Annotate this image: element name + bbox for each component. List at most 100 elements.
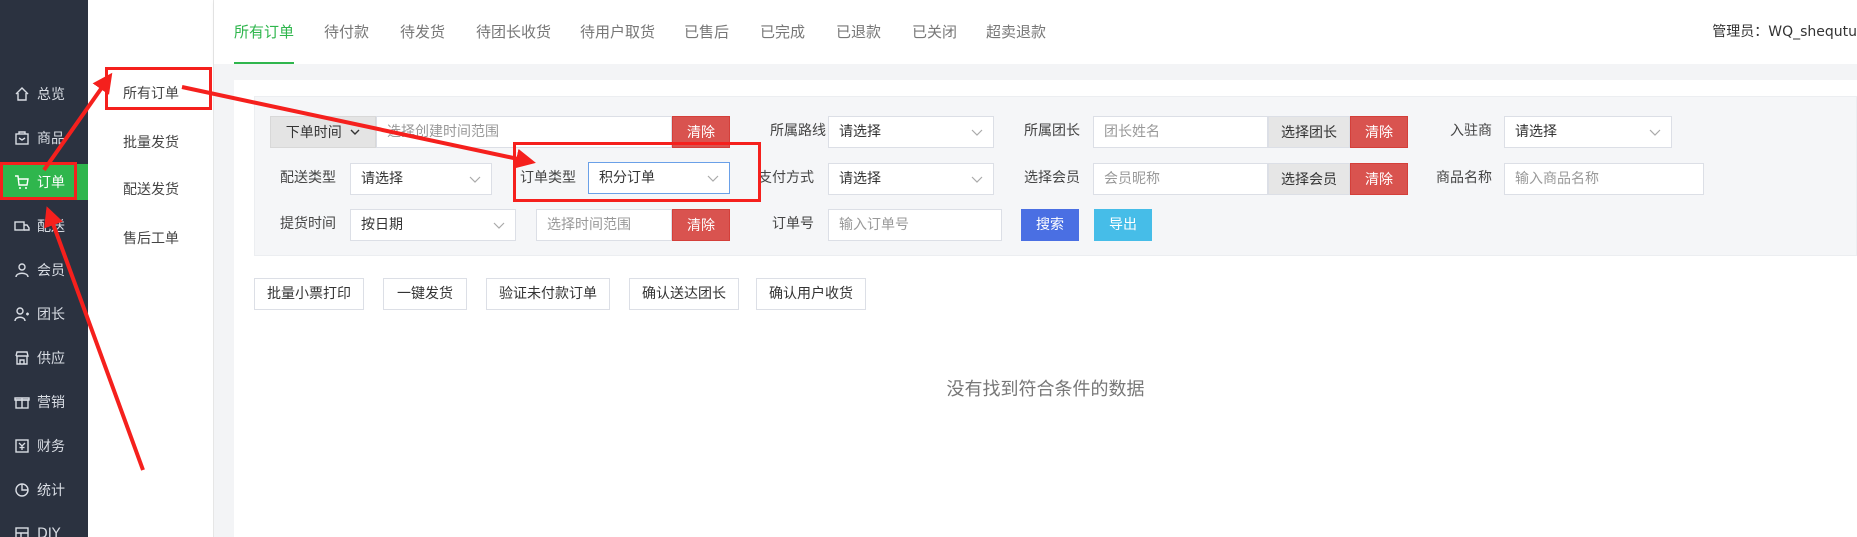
chevron-down-icon [971,176,983,183]
tab-all-orders[interactable]: 所有订单 [234,0,295,64]
tab-pending-user-pickup[interactable]: 待用户取货 [580,0,655,64]
one-click-ship-button[interactable]: 一键发货 [383,278,467,310]
pickup-time-value: 按日期 [361,217,403,233]
pay-method-select[interactable]: 请选择 [828,163,994,195]
pay-method-value: 请选择 [839,171,881,187]
order-submenu: 所有订单 批量发货 配送发货 售后工单 [88,0,214,537]
clear-order-time-button[interactable]: 清除 [672,116,730,148]
export-button[interactable]: 导出 [1094,209,1152,241]
sidebar-item-label: 总览 [37,87,65,103]
sidebar-item-statistics[interactable]: 统计 [0,472,88,508]
tab-pending-payment[interactable]: 待付款 [324,0,369,64]
diy-icon [15,527,29,537]
delivery-type-label: 配送类型 [280,170,336,186]
sidebar-item-label: DIY [37,526,61,537]
tab-after-sales[interactable]: 已售后 [684,0,729,64]
order-time-label: 下单时间 [285,125,342,141]
order-type-select[interactable]: 积分订单 [588,162,730,194]
submenu-item-delivery-ship[interactable]: 配送发货 [88,175,214,205]
time-range-input[interactable]: 选择时间范围 [536,209,672,241]
delivery-type-value: 请选择 [361,171,403,187]
submenu-item-after-sales[interactable]: 售后工单 [88,224,214,254]
chevron-down-icon [971,129,983,136]
chevron-down-icon [469,176,481,183]
leader-label: 所属团长 [1024,123,1080,139]
leader-name-input[interactable]: 团长姓名 [1093,116,1268,148]
store-icon [15,351,29,365]
sidebar-item-goods[interactable]: 商品 [0,120,88,156]
tab-pending-leader-receipt[interactable]: 待团长收货 [476,0,551,64]
sidebar-item-delivery[interactable]: 配送 [0,208,88,244]
app-root: 总览 商品 订单 配送 会员 团长 供应 营销 财务 统计 DIY 所有订单 批… [0,0,1857,537]
delivery-icon [14,221,30,231]
confirm-user-received-button[interactable]: 确认用户收货 [756,278,866,310]
admin-name[interactable]: WQ_shequtu [1768,24,1857,40]
sidebar-item-label: 统计 [37,483,65,499]
batch-print-receipt-button[interactable]: 批量小票打印 [254,278,364,310]
user-icon [15,263,29,278]
member-nickname-input[interactable]: 会员昵称 [1093,163,1268,195]
chevron-down-icon [493,222,505,229]
sidebar-item-label: 会员 [37,263,65,279]
order-time-dropdown[interactable]: 下单时间 [270,116,376,148]
order-type-value: 积分订单 [599,170,655,186]
cart-icon [15,175,29,189]
tab-completed[interactable]: 已完成 [760,0,805,64]
tab-closed[interactable]: 已关闭 [912,0,957,64]
sidebar-item-marketing[interactable]: 营销 [0,384,88,420]
chevron-down-icon [707,175,719,182]
clear-time-range-button[interactable]: 清除 [672,209,730,241]
sidebar-item-overview[interactable]: 总览 [0,76,88,112]
goods-name-label: 商品名称 [1436,170,1492,186]
merchant-select[interactable]: 请选择 [1504,116,1672,148]
order-no-input[interactable]: 输入订单号 [828,209,1002,241]
order-status-tabs: 所有订单 待付款 待发货 待团长收货 待用户取货 已售后 已完成 已退款 已关闭… [214,0,1857,64]
sidebar-item-label: 供应 [37,351,65,367]
choose-leader-button[interactable]: 选择团长 [1268,116,1350,148]
chart-icon [15,483,29,497]
sidebar-item-label: 订单 [37,175,65,191]
pickup-time-select[interactable]: 按日期 [350,209,516,241]
choose-member-button[interactable]: 选择会员 [1268,163,1350,195]
order-no-label: 订单号 [772,216,814,232]
sidebar-item-label: 营销 [37,395,65,411]
tab-pending-shipment[interactable]: 待发货 [400,0,445,64]
sidebar-item-orders[interactable]: 订单 [0,164,88,200]
route-select[interactable]: 请选择 [828,116,994,148]
sidebar-item-members[interactable]: 会员 [0,252,88,288]
chevron-down-icon [1649,129,1661,136]
sidebar-item-diy[interactable]: DIY [0,516,88,537]
order-time-range-input[interactable]: 选择创建时间范围 [376,116,672,148]
clear-member-button[interactable]: 清除 [1350,163,1408,195]
confirm-delivered-to-leader-button[interactable]: 确认送达团长 [629,278,739,310]
search-button[interactable]: 搜索 [1021,209,1079,241]
clear-leader-button[interactable]: 清除 [1350,116,1408,148]
sidebar-item-finance[interactable]: 财务 [0,428,88,464]
merchant-label: 入驻商 [1450,123,1492,139]
sidebar-item-label: 团长 [37,307,65,323]
main-sidebar: 总览 商品 订单 配送 会员 团长 供应 营销 财务 统计 DIY [0,0,88,537]
finance-icon [15,439,29,453]
tab-oversold-refund[interactable]: 超卖退款 [986,0,1046,64]
admin-info: 管理员：WQ_shequtu [1712,0,1857,64]
admin-label: 管理员： [1712,24,1769,40]
submenu-item-all-orders[interactable]: 所有订单 [88,79,214,109]
merchant-select-value: 请选择 [1515,124,1557,140]
empty-state-message: 没有找到符合条件的数据 [946,379,1145,400]
submenu-item-batch-ship[interactable]: 批量发货 [88,128,214,158]
tab-refunded[interactable]: 已退款 [836,0,881,64]
pickup-time-label: 提货时间 [280,216,336,232]
gift-icon [14,397,30,409]
leader-icon [14,307,29,322]
route-select-value: 请选择 [839,124,881,140]
member-label: 选择会员 [1024,170,1080,186]
chevron-down-icon [350,129,360,135]
delivery-type-select[interactable]: 请选择 [350,163,492,195]
route-label: 所属路线 [770,123,826,139]
goods-name-input[interactable]: 输入商品名称 [1504,163,1704,195]
sidebar-item-supply[interactable]: 供应 [0,340,88,376]
sidebar-item-leaders[interactable]: 团长 [0,296,88,332]
sidebar-item-label: 商品 [37,131,65,147]
goods-icon [15,131,29,145]
verify-unpaid-orders-button[interactable]: 验证未付款订单 [486,278,610,310]
